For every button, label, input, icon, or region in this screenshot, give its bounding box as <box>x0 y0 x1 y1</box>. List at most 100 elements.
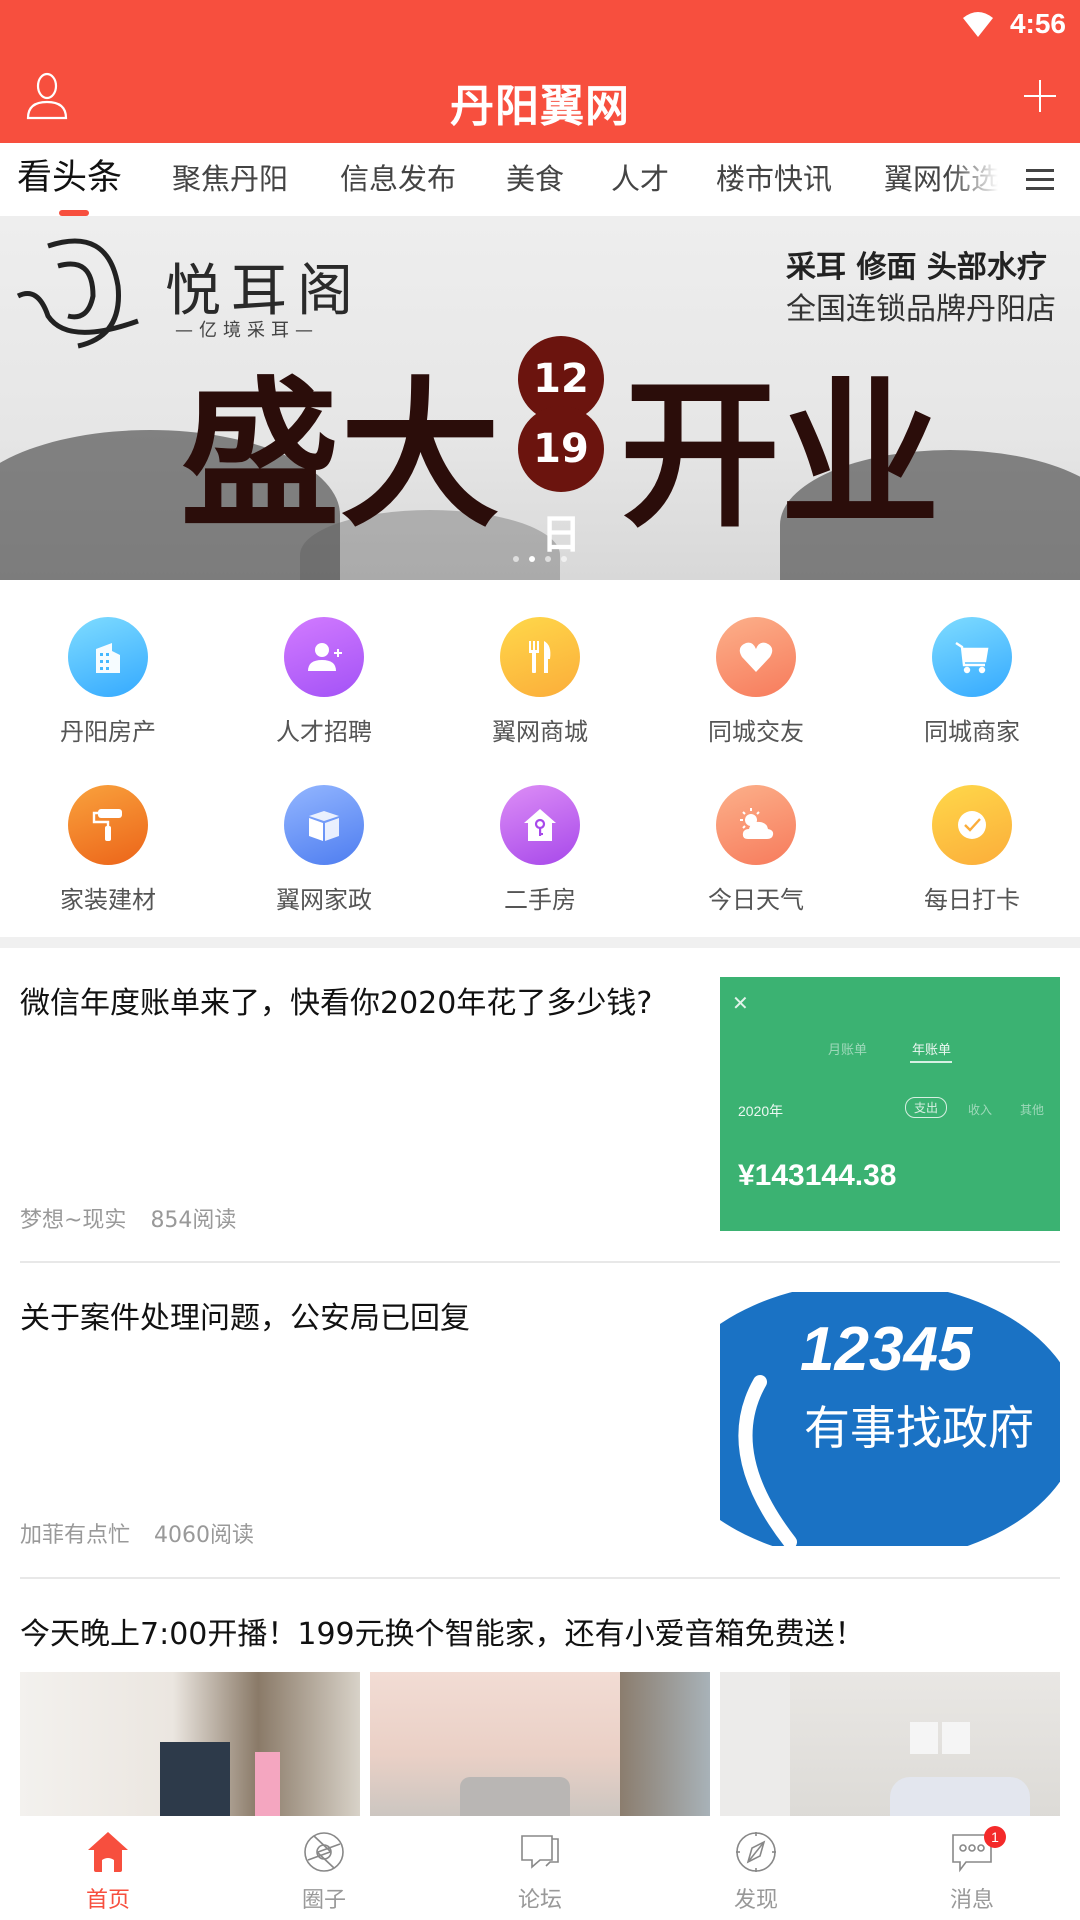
image-sign <box>255 1752 280 1822</box>
thumb-filter: 收入 <box>968 1103 993 1117</box>
brand-logo-icon <box>16 238 139 349</box>
wifi-icon <box>963 12 993 37</box>
thumb-tab-underline <box>910 1061 952 1063</box>
chat-bubbles-icon <box>521 1835 559 1869</box>
nav-label: 首页 <box>85 1888 130 1913</box>
add-user-icon <box>284 617 364 697</box>
tab-property-news[interactable]: 楼市快讯 <box>716 143 832 216</box>
news-image[interactable] <box>370 1672 710 1822</box>
carousel-dot[interactable] <box>561 556 567 562</box>
building-icon <box>68 617 148 697</box>
news-image[interactable] <box>20 1672 360 1822</box>
grid-item[interactable]: 二手房 <box>432 748 648 914</box>
grid-item[interactable]: 翼网商城 <box>432 580 648 746</box>
feature-grid: 丹阳房产 人才招聘 翼网商城 同城交友 同城商家家装建材 翼网家政 二手房 今日天气 每日打卡 <box>0 580 1080 937</box>
grid-item[interactable]: 同城商家 <box>864 580 1080 746</box>
grid-item[interactable]: 家装建材 <box>0 748 216 914</box>
nav-messages[interactable]: 1 消息 <box>864 1816 1080 1920</box>
banner-services: 采耳 修面 头部水疗 <box>786 250 1047 285</box>
nav-home[interactable]: 首页 <box>0 1816 216 1920</box>
section-separator <box>0 937 1080 948</box>
thumb-amount: ¥143144.38 <box>738 1159 897 1192</box>
grid-label: 同城交友 <box>708 718 804 746</box>
carousel-dot[interactable] <box>545 556 551 562</box>
grid-label: 家装建材 <box>60 886 156 914</box>
tab-talent[interactable]: 人才 <box>611 143 669 216</box>
news-image[interactable] <box>720 1672 1060 1822</box>
nav-forum[interactable]: 论坛 <box>432 1816 648 1920</box>
grid-item[interactable]: 每日打卡 <box>864 748 1080 914</box>
news-reads: 4060阅读 <box>154 1523 255 1548</box>
house-key-icon <box>500 785 580 865</box>
image-window <box>620 1672 710 1822</box>
aperture-icon <box>304 1832 344 1872</box>
news-author: 加菲有点忙 <box>20 1523 131 1548</box>
check-icon <box>932 785 1012 865</box>
grid-label: 丹阳房产 <box>60 718 156 746</box>
add-icon[interactable] <box>1022 78 1058 114</box>
image-door <box>720 1672 790 1822</box>
news-title[interactable]: 微信年度账单来了，快看你2020年花了多少钱? <box>20 978 652 1022</box>
grid-item[interactable]: 同城交友 <box>648 580 864 746</box>
promo-banner[interactable]: 悦耳阁 —亿境采耳— 采耳 修面 头部水疗 全国连锁品牌丹阳店 盛大 12月 1… <box>0 216 1080 580</box>
thumb-hotline-number: 12345 <box>800 1315 973 1384</box>
grid-label: 翼网家政 <box>276 886 372 914</box>
tab-fade <box>950 143 1010 216</box>
carousel-dot[interactable] <box>529 556 535 562</box>
nav-label: 发现 <box>733 1888 778 1913</box>
carousel-dot[interactable] <box>513 556 519 562</box>
weather-icon <box>716 785 796 865</box>
status-time: 4:56 <box>1009 8 1066 39</box>
grid-label: 每日打卡 <box>924 886 1020 914</box>
tab-info-publish[interactable]: 信息发布 <box>340 143 456 216</box>
thumb-year: 2020年 <box>738 1103 784 1119</box>
tab-focus-danyang[interactable]: 聚焦丹阳 <box>172 143 288 216</box>
banner-date-day: 19日 <box>518 406 604 558</box>
grid-item[interactable]: 今日天气 <box>648 748 864 914</box>
grid-label: 二手房 <box>504 886 576 914</box>
news-title[interactable]: 关于案件处理问题，公安局已回复 <box>20 1293 470 1337</box>
menu-icon[interactable] <box>1026 169 1054 191</box>
grid-item[interactable]: 翼网家政 <box>216 748 432 914</box>
banner-headline-left: 盛大 <box>180 361 501 549</box>
thumb-tab-year: 年账单 <box>912 1042 952 1057</box>
heart-icon <box>716 617 796 697</box>
news-title[interactable]: 今天晚上7:00开播！199元换个智能家，还有小爱音箱免费送！ <box>20 1609 865 1653</box>
nav-discover[interactable]: 发现 <box>648 1816 864 1920</box>
news-item[interactable]: 微信年度账单来了，快看你2020年花了多少钱? 梦想~现实 854阅读 ✕ 月账单… <box>0 948 1080 1263</box>
cart-icon <box>932 617 1012 697</box>
news-thumbnail[interactable]: ✕ 月账单 年账单 2020年 支出 收入 其他 ¥143144.38 <box>720 977 1060 1231</box>
grid-label: 人才招聘 <box>276 718 372 746</box>
tab-headlines[interactable]: 看头条 <box>17 143 122 216</box>
news-item[interactable]: 关于案件处理问题，公安局已回复 加菲有点忙 4060阅读 12345 有事找政府 <box>0 1263 1080 1578</box>
close-icon: ✕ <box>732 993 749 1015</box>
image-tv <box>160 1742 230 1822</box>
app-title: 丹阳翼网 <box>450 81 630 132</box>
home-icon <box>88 1832 128 1872</box>
nav-label: 论坛 <box>517 1888 562 1913</box>
grid-item[interactable]: 人才招聘 <box>216 580 432 746</box>
thumb-filter: 支出 <box>905 1097 948 1118</box>
grid-item[interactable]: 丹阳房产 <box>0 580 216 746</box>
thumb-filter: 其他 <box>1020 1103 1045 1117</box>
unread-badge: 1 <box>984 1826 1006 1848</box>
category-tabs: 看头条 聚焦丹阳 信息发布 美食 人才 楼市快讯 翼网优选 <box>0 143 1080 216</box>
image-frame <box>910 1722 938 1754</box>
nav-circle[interactable]: 圈子 <box>216 1816 432 1920</box>
tab-food[interactable]: 美食 <box>506 143 564 216</box>
bottom-navigation: 首页 圈子 论坛 发现 1 消息 <box>0 1816 1080 1920</box>
compass-icon <box>736 1832 776 1872</box>
nav-label: 消息 <box>949 1888 994 1913</box>
app-header: 4:56 丹阳翼网 <box>0 0 1080 143</box>
image-frame <box>942 1722 970 1754</box>
news-reads: 854阅读 <box>150 1208 237 1233</box>
news-author: 梦想~现实 <box>20 1208 127 1233</box>
news-thumbnail[interactable]: 12345 有事找政府 <box>720 1292 1060 1546</box>
thumb-tab-month: 月账单 <box>828 1042 868 1057</box>
thumb-slogan: 有事找政府 <box>804 1401 1034 1455</box>
grid-label: 今日天气 <box>708 886 804 914</box>
news-meta: 加菲有点忙 4060阅读 <box>20 1517 254 1549</box>
grid-label: 翼网商城 <box>492 718 588 746</box>
grid-label: 同城商家 <box>924 718 1020 746</box>
banner-chain: 全国连锁品牌丹阳店 <box>786 292 1056 327</box>
